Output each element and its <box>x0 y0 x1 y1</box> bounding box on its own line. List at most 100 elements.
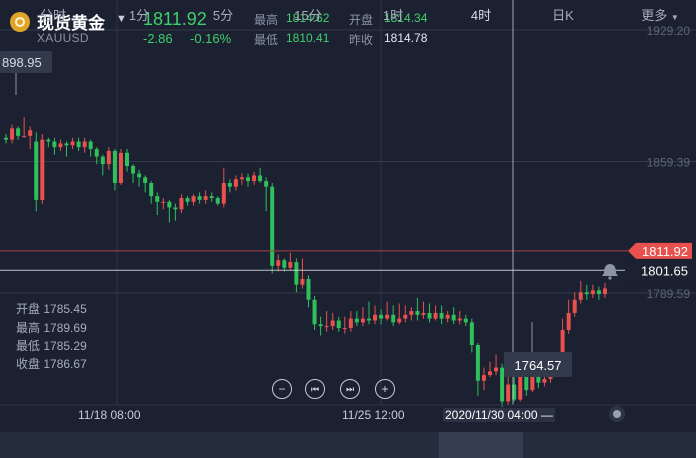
candle-body <box>270 186 275 266</box>
tab-daily[interactable]: 日K <box>540 5 586 24</box>
active-tab-highlight <box>439 432 523 458</box>
candle-body <box>602 288 607 295</box>
candle-body <box>524 376 529 391</box>
plus-icon: + <box>381 382 389 396</box>
candle-body <box>294 262 299 285</box>
candle-body <box>221 182 226 204</box>
candle-body <box>427 312 432 319</box>
candle-body <box>197 196 202 200</box>
candle-body <box>252 175 257 182</box>
candle-body <box>209 196 214 199</box>
period-tab-bar <box>0 432 696 458</box>
chart-overlay: 1811.92 1801.65 898.95 1764.57 <box>0 0 696 422</box>
candle-body <box>306 279 311 300</box>
candle-body <box>367 318 371 321</box>
tab-more-label: 更多 <box>641 8 668 23</box>
candle-body <box>336 320 341 329</box>
zoom-in-button[interactable]: + <box>375 379 395 399</box>
candle-body <box>258 175 263 182</box>
candle-body <box>463 318 468 323</box>
candle-body <box>143 177 148 183</box>
tab-1hour[interactable]: 1时 <box>370 5 416 24</box>
candle-body <box>239 177 244 180</box>
candle-body <box>324 326 329 328</box>
candle-body <box>397 318 402 323</box>
low-marker-label: 1764.57 <box>515 358 562 373</box>
low-label: 最低 <box>254 33 279 47</box>
candle-body <box>46 139 51 142</box>
candle-body <box>433 312 438 319</box>
candle-body <box>88 141 93 150</box>
candle-body <box>596 290 601 295</box>
candle-body <box>373 314 378 321</box>
tab-5min[interactable]: 5分 <box>200 5 246 24</box>
candle-body <box>330 320 335 327</box>
y-tick-label: 1789.59 <box>647 287 691 301</box>
candle-body <box>300 279 305 285</box>
candle-body <box>264 181 269 187</box>
candle-body <box>318 324 323 327</box>
crosshair-price-label: 1801.65 <box>641 263 688 278</box>
candle-body <box>40 139 45 200</box>
candle-body <box>475 344 480 381</box>
candle-body <box>155 196 160 202</box>
candle-body <box>106 150 111 165</box>
tab-4hour[interactable]: 4时 <box>458 5 504 24</box>
candle-body <box>52 141 57 148</box>
scroll-right-button[interactable]: ⏭ <box>340 379 360 399</box>
candle-body <box>342 328 347 330</box>
prev-close-value: 1814.78 <box>384 31 428 45</box>
candle-body <box>488 371 492 376</box>
tab-1min[interactable]: 1分 <box>116 5 162 24</box>
candle-body <box>403 314 408 319</box>
candle-body <box>173 207 178 210</box>
candle-body <box>34 141 39 200</box>
candle-body <box>530 376 535 391</box>
x-tick-label: 11/25 12:00 <box>342 408 405 422</box>
quote-header: 现货黄金 ▼ XAUUSD 1811.92 -2.86 -0.16% 最高 18… <box>0 0 696 50</box>
candle-body <box>439 312 444 319</box>
candle-body <box>409 311 414 315</box>
candle-body <box>572 299 577 313</box>
candle-body <box>415 311 420 315</box>
chevron-down-icon: ▼ <box>670 13 679 22</box>
scroll-left-button[interactable]: ⏮ <box>305 379 325 399</box>
candle-body <box>82 141 87 148</box>
candle-body <box>137 173 142 178</box>
ohlc-low-label: 最低 <box>16 339 41 353</box>
candle-body <box>100 156 105 165</box>
candle-body <box>348 318 353 329</box>
high-label: 最高 <box>254 13 279 27</box>
candle-body <box>506 384 511 402</box>
instrument-code: XAUUSD <box>37 31 89 45</box>
candle-body <box>481 375 486 381</box>
candle-body <box>112 150 117 183</box>
candle-body <box>76 141 81 148</box>
zoom-out-button[interactable]: − <box>272 379 292 399</box>
tab-15min[interactable]: 15分 <box>285 5 331 24</box>
candle-body <box>542 378 547 383</box>
price-change-pct: -0.16% <box>190 31 232 46</box>
ohlc-high-value: 1789.69 <box>43 321 87 335</box>
tab-fenshi[interactable]: 分时 <box>30 5 76 24</box>
candle-body <box>167 201 172 208</box>
candle-body <box>518 376 523 400</box>
candle-body <box>469 322 474 345</box>
candle-body <box>457 318 462 321</box>
ohlc-open-value: 1785.45 <box>43 302 87 316</box>
candle-body <box>578 292 583 300</box>
candle-body <box>360 318 365 323</box>
crosshair-time: 2020/11/30 04:00 <box>445 408 538 422</box>
candle-body <box>566 312 571 330</box>
candle-body <box>161 201 166 203</box>
candle-body <box>28 130 33 136</box>
candle-body <box>391 314 396 323</box>
candle-body <box>227 182 232 187</box>
candle-body <box>233 179 238 187</box>
timeline-handle-dot <box>613 410 621 418</box>
candle-body <box>421 312 426 315</box>
candle-body <box>58 143 63 148</box>
ohlc-close-value: 1786.67 <box>43 357 87 371</box>
ohlc-low-value: 1785.29 <box>43 339 87 353</box>
tab-more[interactable]: 更多 ▼ <box>632 5 688 24</box>
